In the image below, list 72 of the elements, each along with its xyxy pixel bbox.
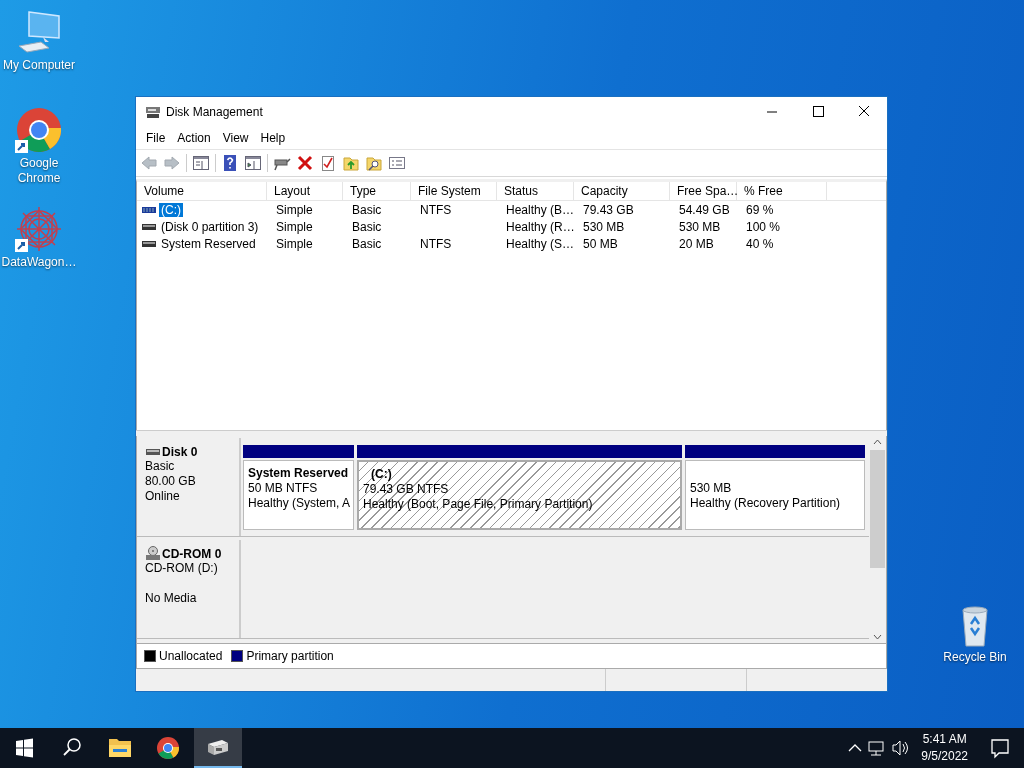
column-header[interactable]: Capacity bbox=[574, 182, 670, 200]
partition-size: 79.43 GB NTFS bbox=[363, 482, 450, 497]
table-cell-text: Healthy (B… bbox=[505, 202, 576, 217]
table-cell-text: Basic bbox=[351, 236, 383, 251]
star-pattern-icon[interactable] bbox=[15, 205, 63, 253]
partition-label: System Reserved bbox=[248, 466, 349, 481]
help-icon[interactable] bbox=[221, 154, 239, 172]
table-cell-text: 54.49 GB bbox=[678, 202, 731, 217]
menu-item[interactable]: Help bbox=[254, 129, 292, 147]
disk-info: 80.00 GB bbox=[145, 474, 197, 489]
column-header[interactable]: Status bbox=[497, 182, 574, 200]
menu-item[interactable]: File bbox=[140, 129, 172, 147]
scroll-thumb[interactable] bbox=[870, 450, 885, 568]
disk-icon bbox=[145, 104, 161, 120]
table-cell-text: Simple bbox=[275, 219, 314, 234]
column-header[interactable]: File System bbox=[411, 182, 497, 200]
table-cell[interactable]: (Disk 0 partition 3) bbox=[159, 219, 261, 234]
table-cell-text: Basic bbox=[351, 219, 383, 234]
table-cell-text: Simple bbox=[275, 202, 314, 217]
clock[interactable]: 5:41 AM 9/5/2022 bbox=[913, 731, 976, 765]
legend-label: Primary partition bbox=[246, 649, 334, 663]
partition-block[interactable]: System Reserved 50 MB NTFS Healthy (System, A bbox=[243, 460, 354, 530]
table-cell[interactable]: System Reserved bbox=[159, 236, 258, 251]
table-cell-text: 20 MB bbox=[678, 236, 715, 251]
column-header[interactable]: Type bbox=[343, 182, 411, 200]
table-cell-text: NTFS bbox=[419, 236, 453, 251]
column-header[interactable]: Volume bbox=[137, 182, 267, 200]
partition-status: Healthy (Recovery Partition) bbox=[690, 496, 842, 511]
disk-name[interactable]: CD-ROM 0 bbox=[162, 546, 222, 561]
column-header[interactable]: Free Spa… bbox=[670, 182, 737, 200]
folder-search-icon[interactable] bbox=[365, 154, 383, 172]
partition-status: Healthy (Boot, Page File, Primary Partition) bbox=[363, 497, 594, 512]
disk-name[interactable]: Disk 0 bbox=[162, 444, 198, 459]
table-cell-text: 50 MB bbox=[582, 236, 619, 251]
disk-status: Online bbox=[145, 489, 181, 504]
table-cell-text: Healthy (S… bbox=[505, 236, 576, 251]
partition-size: 530 MB bbox=[690, 481, 733, 496]
window-title: Disk Management bbox=[166, 105, 263, 119]
table-cell-text: 530 MB bbox=[678, 219, 722, 234]
table-cell-text: 69 % bbox=[745, 202, 775, 217]
table-cell-text: 530 MB bbox=[582, 219, 626, 234]
table-cell-text: Simple bbox=[275, 236, 314, 251]
partition-block[interactable]: (C:) 79.43 GB NTFS Healthy (Boot, Page File, Primary Partition) bbox=[357, 460, 682, 530]
cd-drive-icon bbox=[145, 546, 161, 561]
legend-label: Unallocated bbox=[159, 649, 223, 663]
table-cell-text: 100 % bbox=[745, 219, 782, 234]
menu-item[interactable]: View bbox=[216, 129, 255, 147]
partition-block[interactable]: 530 MB Healthy (Recovery Partition) bbox=[685, 460, 865, 530]
folder-arrow-icon[interactable] bbox=[342, 154, 360, 172]
disk-drive-icon[interactable] bbox=[194, 728, 242, 768]
partition-size: 50 MB NTFS bbox=[248, 481, 319, 496]
chrome-icon[interactable] bbox=[15, 106, 63, 154]
desktop-icon-label[interactable]: Recycle Bin bbox=[936, 650, 1014, 665]
table-cell-text: 79.43 GB bbox=[582, 202, 635, 217]
partition-label: (C:) bbox=[370, 467, 393, 482]
table-cell-text: Healthy (R… bbox=[505, 219, 576, 234]
list-view-icon[interactable] bbox=[388, 154, 406, 172]
delete-icon[interactable] bbox=[296, 154, 314, 172]
table-cell[interactable]: (C:) bbox=[159, 202, 183, 217]
console-tree-icon[interactable] bbox=[192, 154, 210, 172]
partition-status: Healthy (System, A bbox=[248, 496, 349, 511]
table-cell-text: NTFS bbox=[419, 202, 453, 217]
table-cell-text: Basic bbox=[351, 202, 383, 217]
menu-item[interactable]: Action bbox=[171, 129, 217, 147]
disk-info: Basic bbox=[145, 459, 176, 474]
column-header[interactable]: Layout bbox=[267, 182, 343, 200]
disk-status: No Media bbox=[145, 591, 198, 606]
checklist-icon[interactable] bbox=[319, 154, 337, 172]
table-cell-text: 40 % bbox=[745, 236, 775, 251]
disk-info: CD-ROM (D:) bbox=[145, 561, 219, 576]
pane-icon[interactable] bbox=[244, 154, 262, 172]
column-header[interactable]: % Free bbox=[737, 182, 827, 200]
